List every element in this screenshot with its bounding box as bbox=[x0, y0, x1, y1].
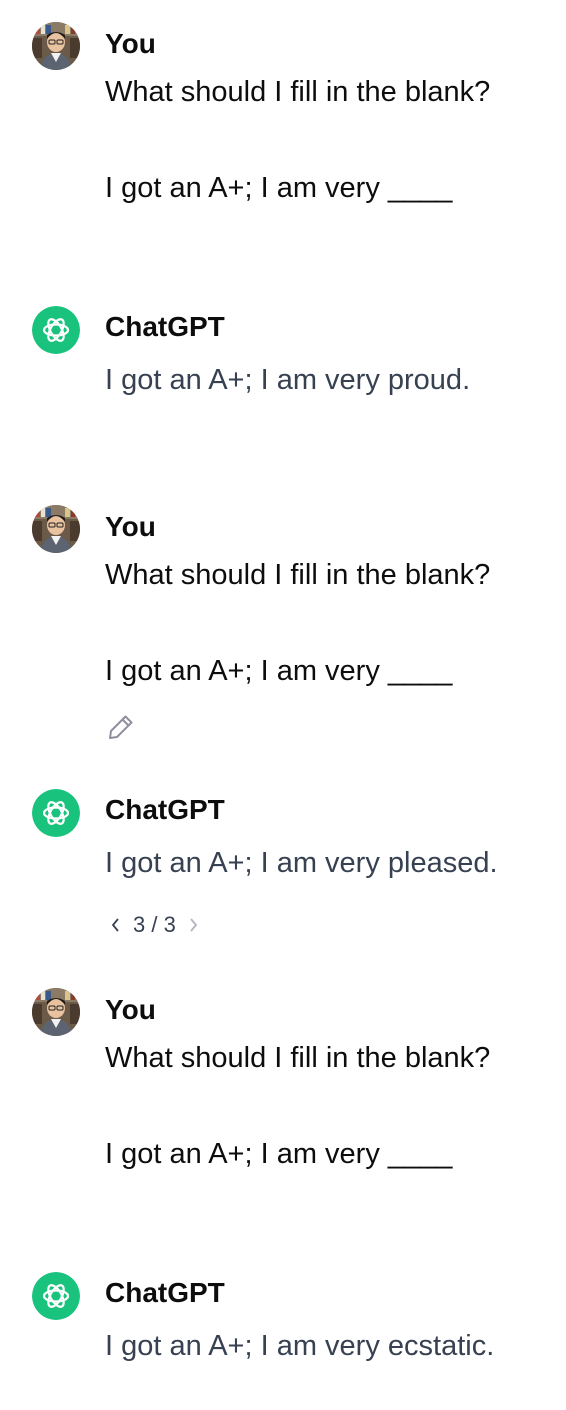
openai-logo-icon bbox=[32, 1272, 80, 1320]
assistant-message-line: I got an A+; I am very ecstatic. bbox=[105, 1330, 495, 1362]
message-author: ChatGPT bbox=[105, 794, 225, 825]
message-author: ChatGPT bbox=[105, 1277, 225, 1308]
user-message-line: What should I fill in the blank? bbox=[105, 1042, 491, 1074]
user-avatar-photo bbox=[32, 22, 80, 70]
user-avatar bbox=[32, 505, 80, 553]
user-message-line: I got an A+; I am very ____ bbox=[105, 1138, 453, 1170]
user-avatar-photo bbox=[32, 988, 80, 1036]
openai-logo-icon bbox=[32, 306, 80, 354]
user-message-line: What should I fill in the blank? bbox=[105, 76, 491, 108]
chevron-right-icon[interactable] bbox=[182, 908, 204, 942]
user-avatar bbox=[32, 988, 80, 1036]
assistant-message-line: I got an A+; I am very proud. bbox=[105, 364, 471, 396]
user-message-line: I got an A+; I am very ____ bbox=[105, 655, 453, 687]
pencil-icon[interactable] bbox=[106, 712, 136, 742]
response-pager: 3 / 3 bbox=[105, 908, 204, 942]
assistant-avatar bbox=[32, 306, 80, 354]
assistant-avatar bbox=[32, 1272, 80, 1320]
user-message-line: I got an A+; I am very ____ bbox=[105, 172, 453, 204]
user-avatar-photo bbox=[32, 505, 80, 553]
assistant-message-line: I got an A+; I am very pleased. bbox=[105, 847, 498, 879]
openai-logo-icon bbox=[32, 789, 80, 837]
message-author: ChatGPT bbox=[105, 311, 225, 342]
assistant-avatar bbox=[32, 789, 80, 837]
message-author: You bbox=[105, 511, 156, 542]
pager-count: 3 / 3 bbox=[133, 912, 176, 937]
message-author: You bbox=[105, 28, 156, 59]
user-avatar bbox=[32, 22, 80, 70]
user-message-line: What should I fill in the blank? bbox=[105, 559, 491, 591]
chevron-left-icon[interactable] bbox=[105, 908, 127, 942]
message-author: You bbox=[105, 994, 156, 1025]
